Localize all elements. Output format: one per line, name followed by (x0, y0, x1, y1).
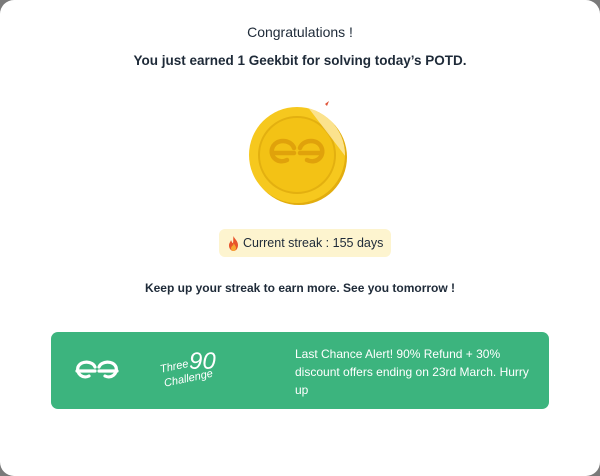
encouragement-message: Keep up your streak to earn more. See yo… (144, 281, 456, 295)
gfg-logo-icon (73, 359, 121, 381)
streak-badge: Current streak : 155 days (219, 229, 392, 257)
promo-text: Last Chance Alert! 90% Refund + 30% disc… (295, 347, 529, 397)
three-90-challenge-logo: Three 90 Challenge (157, 348, 229, 394)
reward-modal: Congratulations ! You just earned 1 Geek… (0, 0, 600, 476)
gfg-coin-icon (247, 98, 357, 208)
modal-title: Congratulations ! (247, 24, 353, 40)
streak-label: Current streak : 155 days (243, 236, 384, 250)
flame-icon (227, 235, 240, 251)
promo-banner[interactable]: Three 90 Challenge Last Chance Alert! 90… (51, 332, 549, 409)
modal-subtitle: You just earned 1 Geekbit for solving to… (133, 53, 467, 68)
